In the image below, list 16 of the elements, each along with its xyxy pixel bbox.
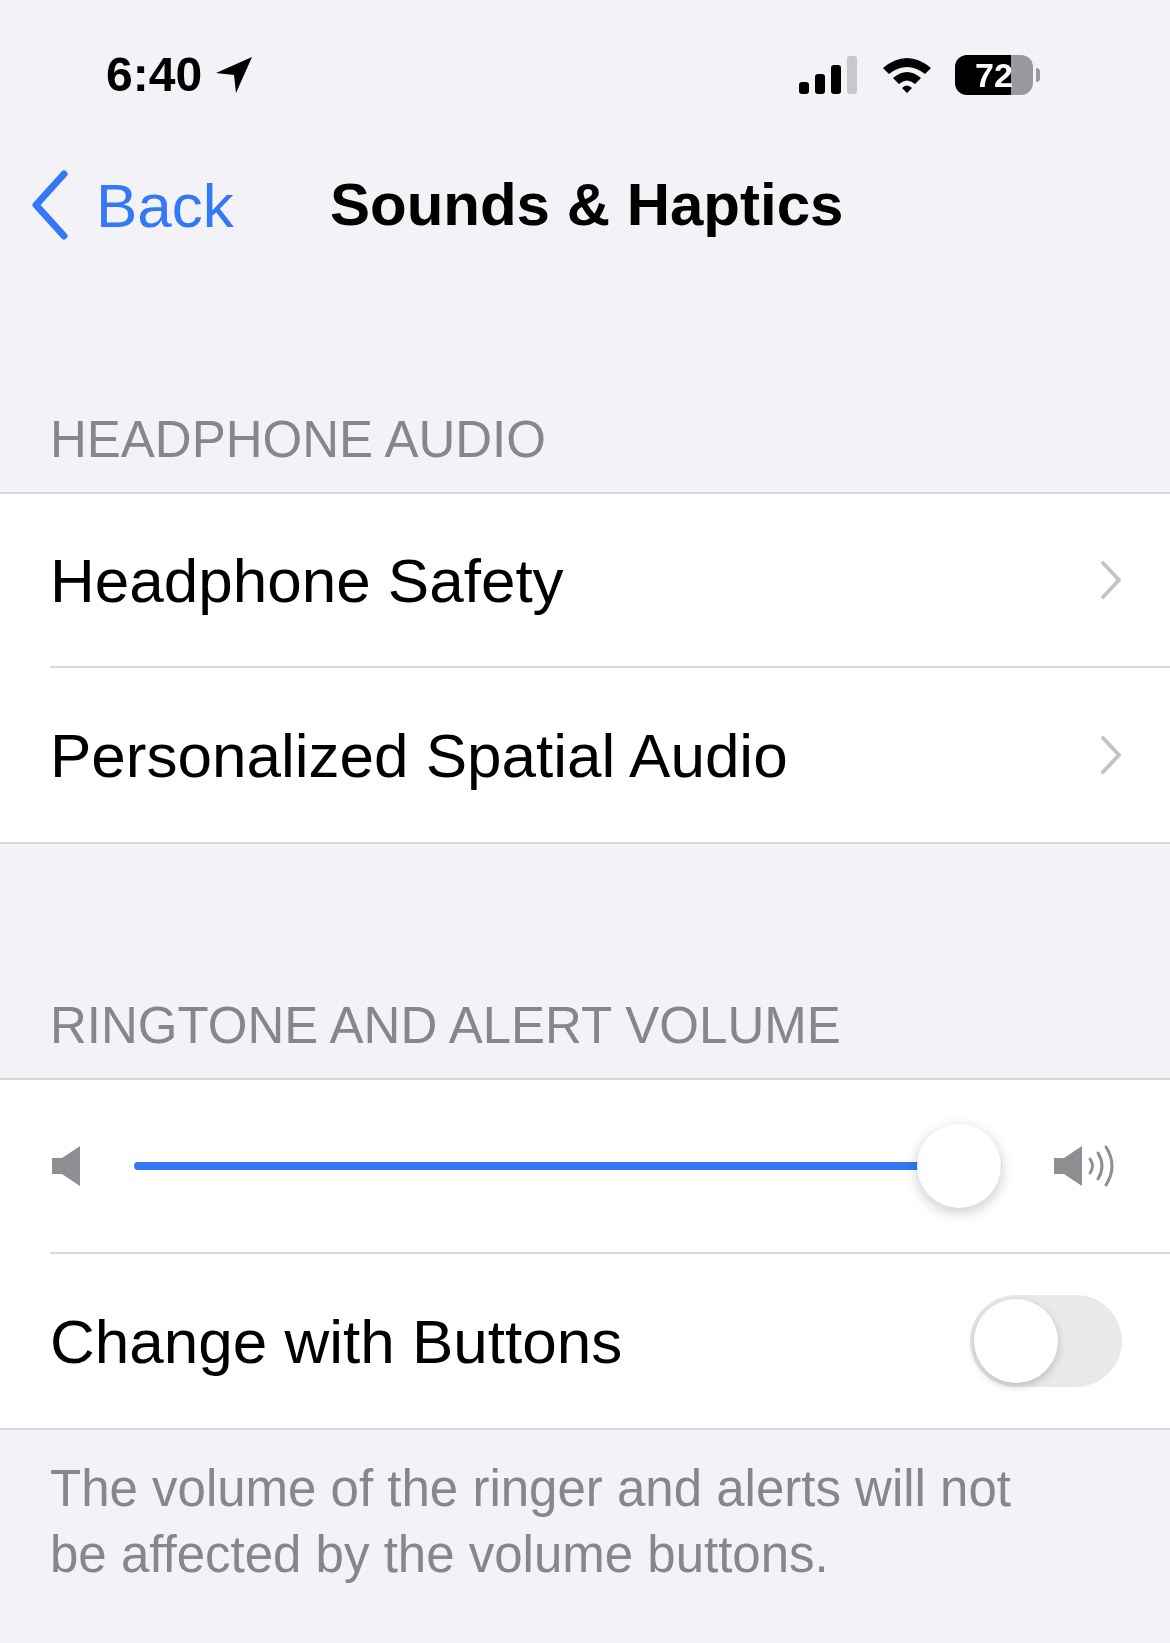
settings-row[interactable]: Headphone Safety (50, 494, 1170, 666)
settings-row[interactable]: Personalized Spatial Audio (50, 668, 1170, 842)
section-footer: The volume of the ringer and alerts will not be affected by the volume buttons. (0, 1430, 1170, 1588)
page-title: Sounds & Haptics (330, 170, 844, 240)
section-header: HEADPHONE AUDIO (50, 409, 546, 470)
signal-icon (799, 56, 859, 94)
location-arrow-icon (214, 55, 255, 95)
row-label: Change with Buttons (50, 1305, 623, 1378)
back-chevron-icon (30, 170, 70, 240)
chevron-icon (1100, 735, 1122, 775)
chevron-icon (1100, 560, 1122, 600)
section-header: RINGTONE AND ALERT VOLUME (50, 995, 841, 1056)
back-button[interactable]: Back (0, 158, 234, 252)
wifi-icon (881, 56, 933, 94)
status-time: 6:40 (106, 47, 203, 103)
volume-slider[interactable] (134, 1124, 1002, 1208)
